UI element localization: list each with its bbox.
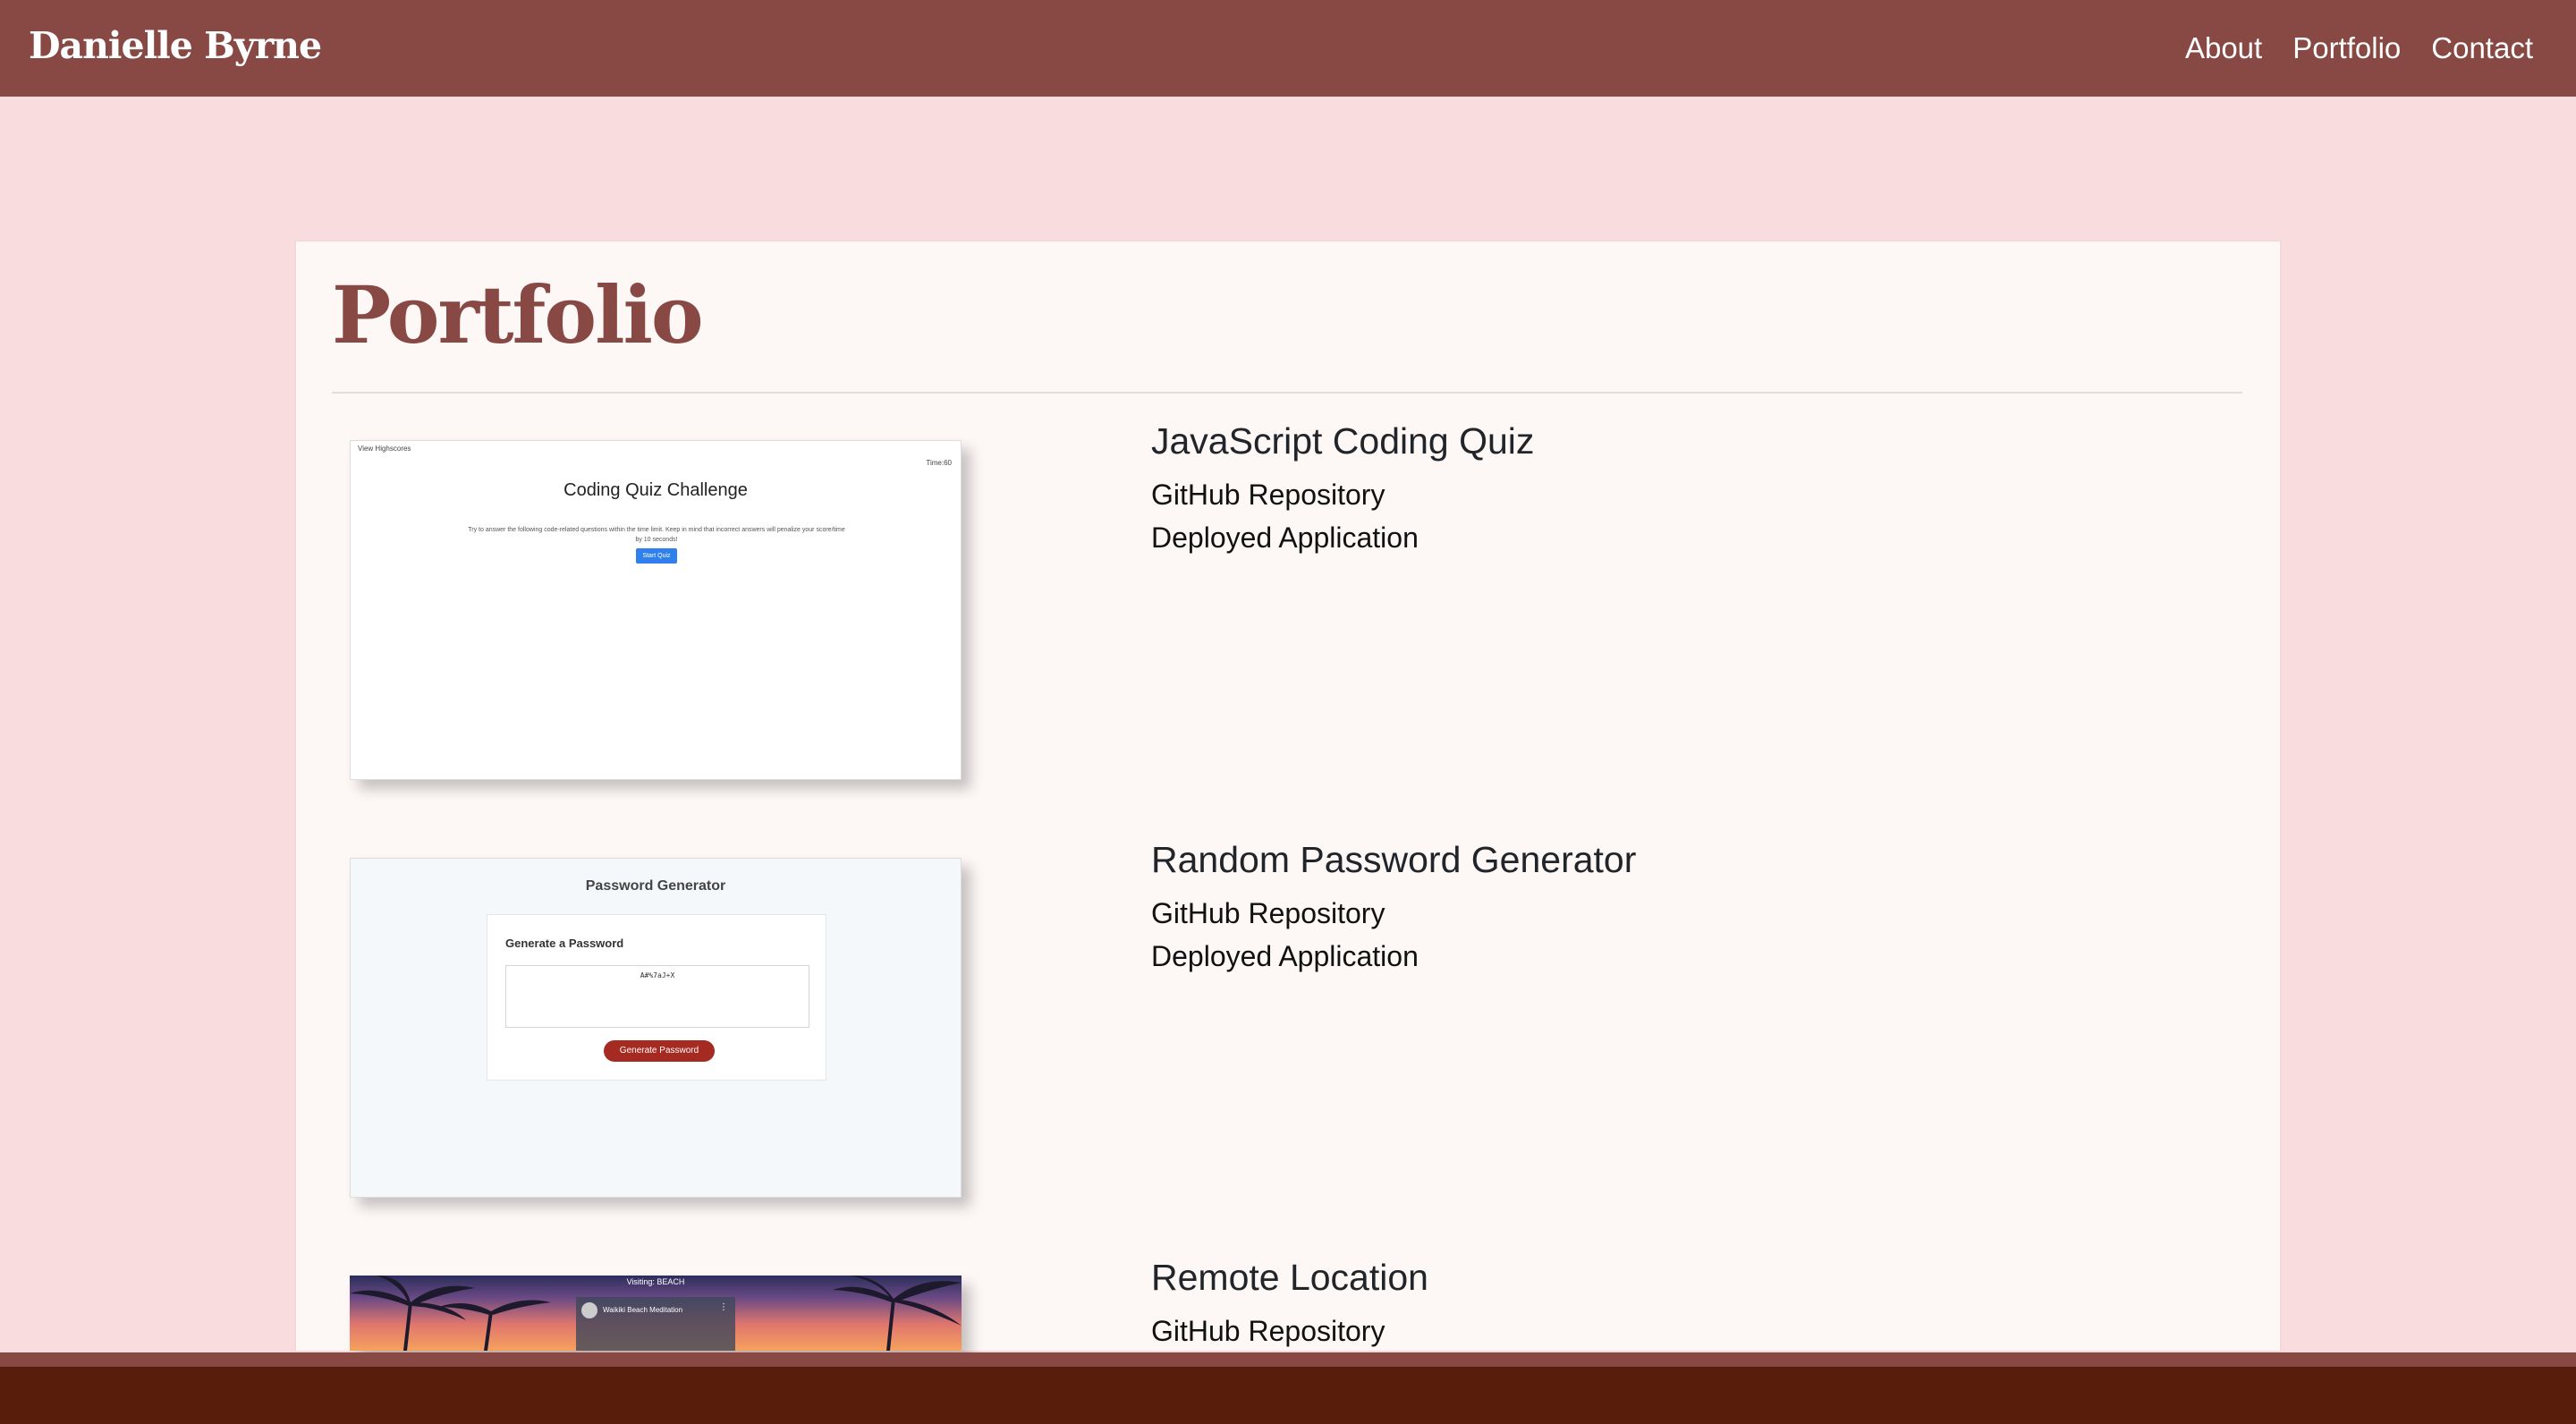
quiz-thumb-highscores: View Highscores	[358, 445, 411, 453]
password-thumb-card: Generate a Password A#%7aJ+X Generate Pa…	[487, 914, 826, 1081]
quiz-thumb-text: Try to answer the following code-related…	[468, 527, 845, 543]
title-divider	[332, 392, 2242, 394]
password-generator-screenshot: Password Generator Generate a Password A…	[350, 858, 962, 1198]
github-repository-link[interactable]: GitHub Repository	[1151, 473, 1534, 516]
project-title: Random Password Generator	[1151, 839, 1637, 880]
password-thumb-output: A#%7aJ+X	[505, 965, 809, 1028]
deployed-application-link[interactable]: Deployed Application	[1151, 516, 1534, 559]
github-repository-link[interactable]: GitHub Repository	[1151, 1310, 1428, 1352]
page-title: Portfolio	[332, 268, 704, 361]
quiz-thumb-timer: Time:60	[926, 459, 952, 467]
remote-location-screenshot: Visiting: BEACH Waikiki Beach Meditation…	[350, 1276, 962, 1351]
more-options-icon: ⋮	[719, 1302, 728, 1312]
video-title: Waikiki Beach Meditation	[603, 1306, 683, 1314]
nav-link-portfolio[interactable]: Portfolio	[2292, 31, 2401, 65]
nav-links: About Portfolio Contact	[2185, 31, 2533, 65]
channel-avatar	[581, 1302, 597, 1318]
password-thumb-generate-button: Generate Password	[604, 1040, 715, 1062]
project-info-password: Random Password Generator GitHub Reposit…	[1151, 839, 1636, 978]
brand-link[interactable]: Danielle Byrne	[29, 24, 322, 67]
nav-link-about[interactable]: About	[2185, 31, 2262, 65]
quiz-screenshot: View Highscores Time:60 Coding Quiz Chal…	[350, 440, 962, 780]
quiz-thumb-start-button: Start Quiz	[636, 548, 677, 564]
nav-link-contact[interactable]: Contact	[2431, 31, 2533, 65]
video-player: Waikiki Beach Meditation ⋮	[576, 1297, 735, 1351]
password-thumb-subheading: Generate a Password	[505, 937, 624, 950]
project-info-remote-location: Remote Location GitHub Repository	[1151, 1257, 1428, 1352]
portfolio-card: Portfolio View Highscores Time:60 Coding…	[296, 242, 2280, 1351]
deployed-application-link[interactable]: Deployed Application	[1151, 935, 1636, 978]
github-repository-link[interactable]: GitHub Repository	[1151, 892, 1636, 935]
project-title: JavaScript Coding Quiz	[1151, 420, 1535, 462]
project-title: Remote Location	[1151, 1257, 1428, 1298]
quiz-thumb-heading: Coding Quiz Challenge	[564, 480, 748, 500]
footer	[0, 1367, 2576, 1424]
footer-top-border	[0, 1352, 2576, 1367]
password-thumb-value: A#%7aJ+X	[640, 971, 675, 979]
project-info-quiz: JavaScript Coding Quiz GitHub Repository…	[1151, 420, 1534, 559]
beach-thumb-caption: Visiting: BEACH	[626, 1277, 685, 1286]
navbar: Danielle Byrne About Portfolio Contact	[0, 0, 2576, 97]
password-thumb-heading: Password Generator	[585, 878, 726, 894]
